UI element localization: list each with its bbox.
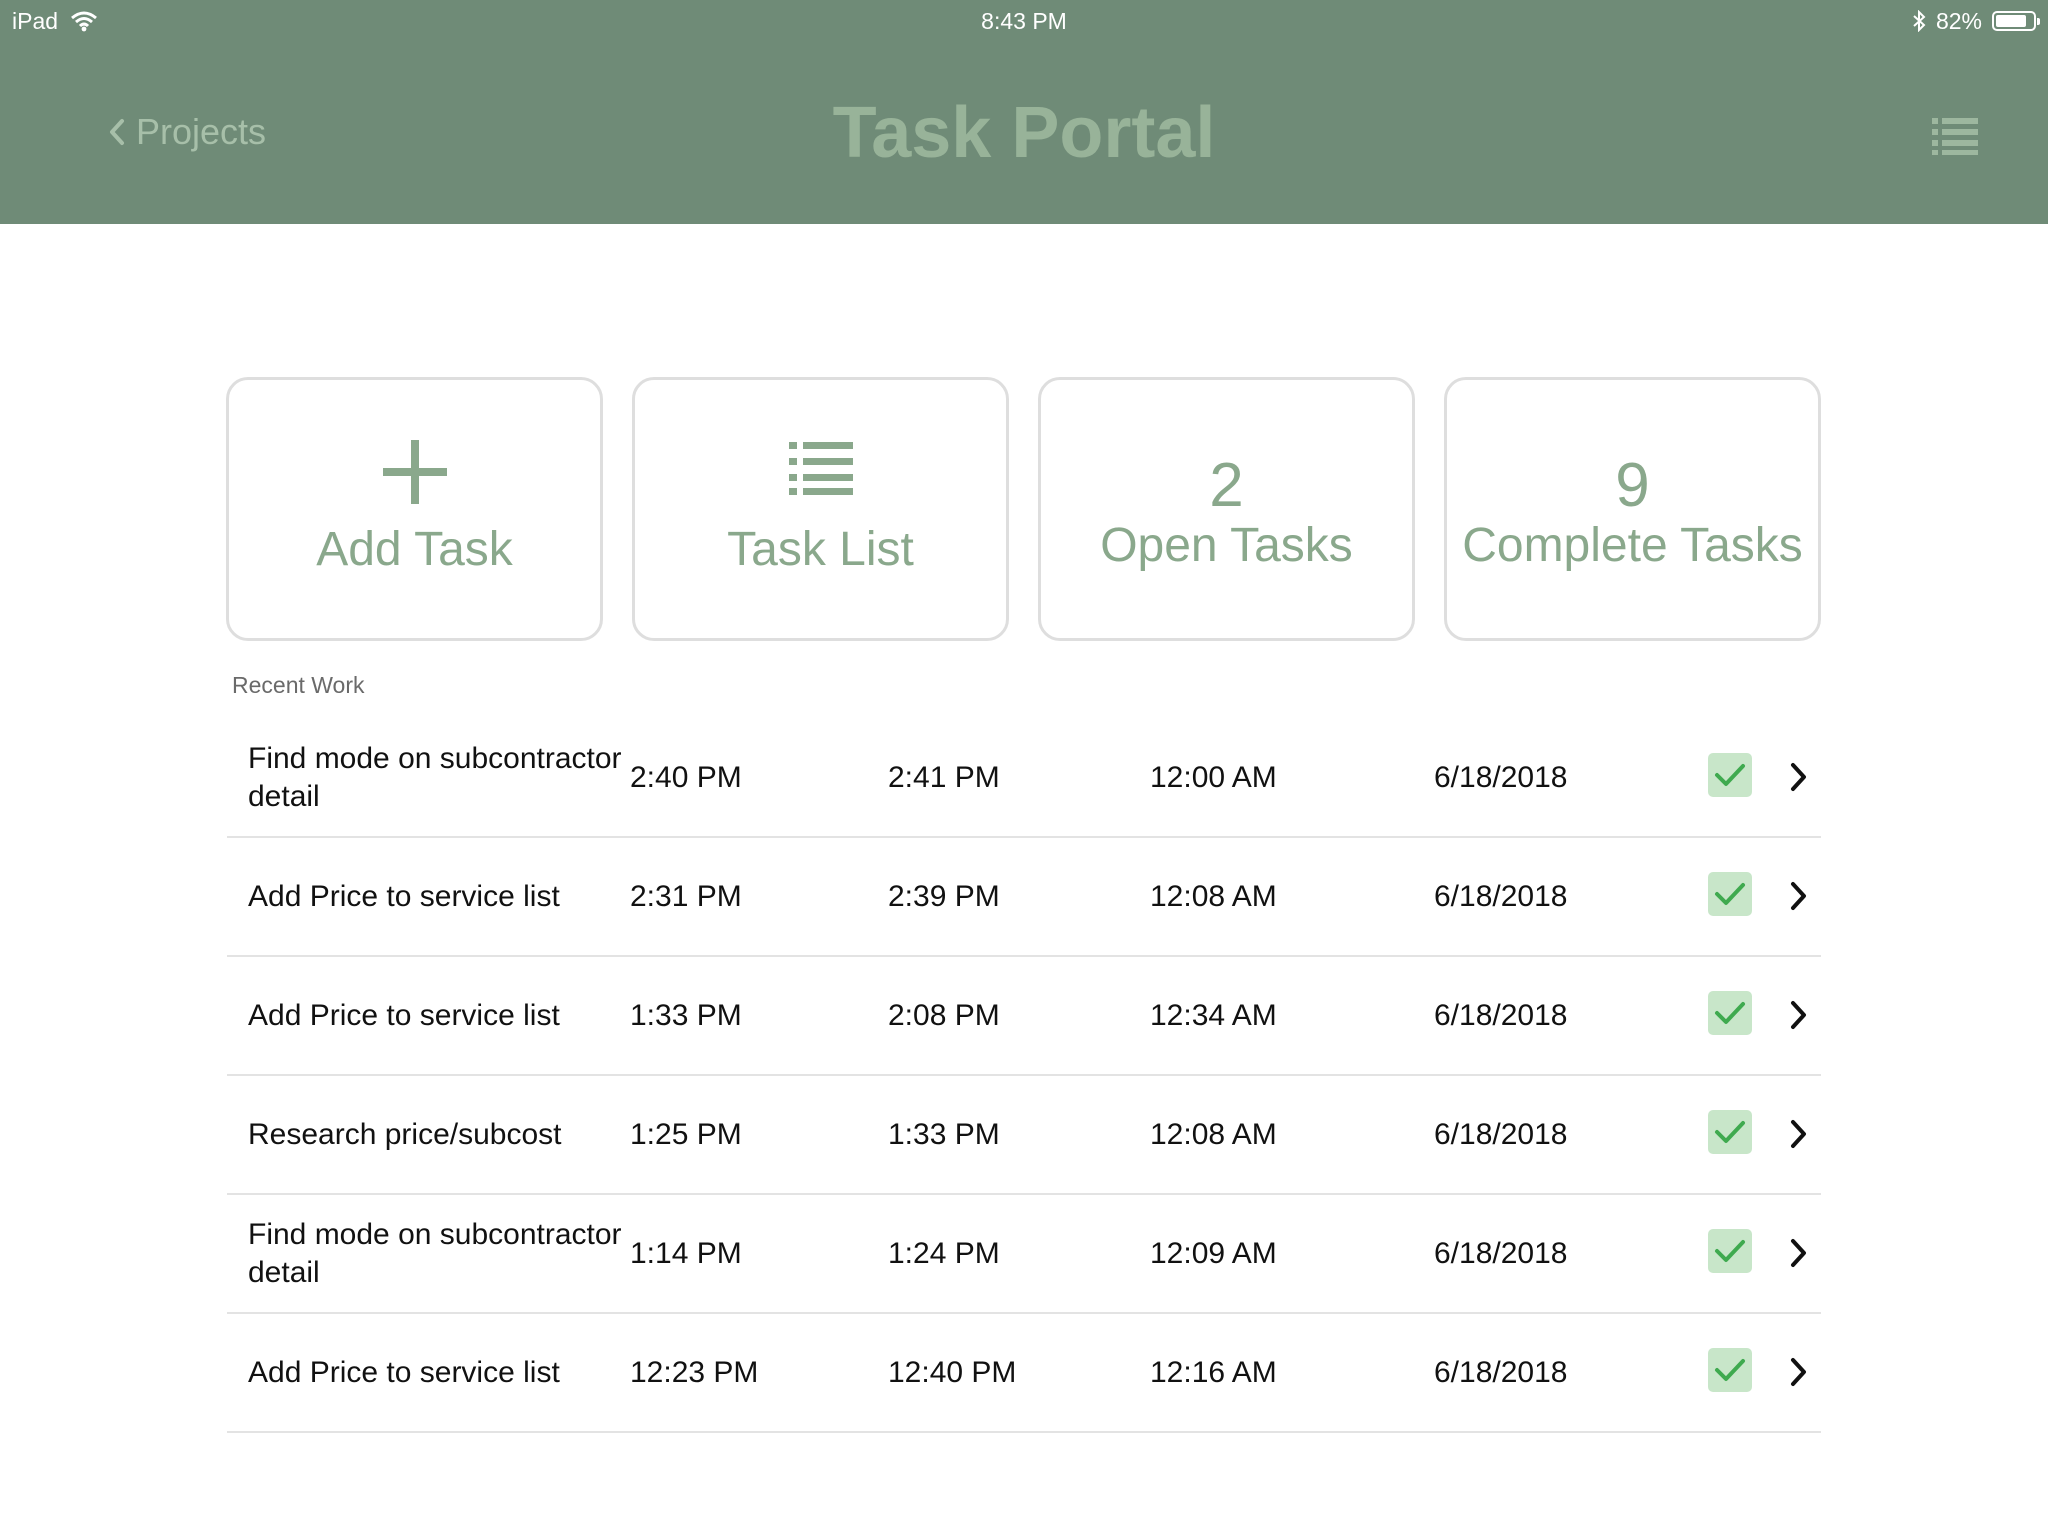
end-time: 2:39 PM	[888, 879, 1000, 913]
status-time: 8:43 PM	[981, 8, 1067, 34]
chevron-right-icon[interactable]	[1784, 757, 1814, 797]
end-time: 2:41 PM	[888, 760, 1000, 794]
section-title: Recent Work	[232, 672, 365, 698]
task-list-button[interactable]: Task List	[632, 377, 1009, 641]
checkmark-icon	[1715, 1121, 1745, 1143]
duration: 12:08 AM	[1150, 1117, 1277, 1151]
end-time: 12:40 PM	[888, 1355, 1017, 1389]
tile-icon-wrap	[229, 440, 600, 504]
chevron-right-icon[interactable]	[1784, 1352, 1814, 1392]
battery-icon	[1992, 11, 2040, 31]
task-name: Research price/subcost	[248, 1117, 562, 1151]
start-time: 2:31 PM	[630, 879, 742, 913]
recent-work-list: Find mode on subcontractor detail 2:40 P…	[227, 719, 1821, 1433]
add-task-label: Add Task	[316, 523, 513, 576]
checkmark-icon	[1715, 1240, 1745, 1262]
start-time: 2:40 PM	[630, 760, 742, 794]
complete-checkbox[interactable]	[1708, 753, 1752, 797]
duration: 12:09 AM	[1150, 1236, 1277, 1270]
task-name: Find mode on subcontractor detail	[248, 741, 622, 813]
date: 6/18/2018	[1434, 1355, 1568, 1389]
checkmark-icon	[1715, 764, 1745, 786]
task-name: Find mode on subcontractor detail	[248, 1217, 622, 1289]
task-name: Add Price to service list	[248, 1355, 560, 1389]
plus-icon	[382, 440, 447, 504]
end-time: 1:33 PM	[888, 1117, 1000, 1151]
bluetooth-icon	[1913, 10, 1926, 32]
battery-fill	[1996, 15, 2026, 27]
checkmark-icon	[1715, 883, 1745, 905]
date: 6/18/2018	[1434, 760, 1568, 794]
complete-tasks-count: 9	[1615, 451, 1650, 520]
complete-checkbox[interactable]	[1708, 1348, 1752, 1392]
complete-checkbox[interactable]	[1708, 872, 1752, 916]
date: 6/18/2018	[1434, 879, 1568, 913]
duration: 12:00 AM	[1150, 760, 1277, 794]
chevron-right-icon[interactable]	[1784, 1114, 1814, 1154]
chevron-right-icon[interactable]	[1784, 995, 1814, 1035]
list-item[interactable]: Find mode on subcontractor detail 2:40 P…	[227, 719, 1821, 838]
start-time: 1:33 PM	[630, 998, 742, 1032]
start-time: 1:14 PM	[630, 1236, 742, 1270]
duration: 12:16 AM	[1150, 1355, 1277, 1389]
status-right: 82%	[1912, 6, 2040, 36]
chevron-right-icon[interactable]	[1784, 876, 1814, 916]
duration: 12:34 AM	[1150, 998, 1277, 1032]
menu-button[interactable]	[1932, 116, 1978, 156]
chevron-right-icon[interactable]	[1784, 1233, 1814, 1273]
list-item[interactable]: Add Price to service list 2:31 PM 2:39 P…	[227, 838, 1821, 957]
complete-checkbox[interactable]	[1708, 1110, 1752, 1154]
list-item[interactable]: Research price/subcost 1:25 PM 1:33 PM 1…	[227, 1076, 1821, 1195]
end-time: 2:08 PM	[888, 998, 1000, 1032]
date: 6/18/2018	[1434, 1117, 1568, 1151]
task-name: Add Price to service list	[248, 879, 560, 913]
list-icon	[1932, 118, 1978, 155]
checkmark-icon	[1715, 1359, 1745, 1381]
page-title: Task Portal	[832, 93, 1216, 173]
tile-icon-wrap	[635, 440, 1006, 496]
navigation-header: iPad 8:43 PM 82% Projects Task Portal	[0, 0, 2048, 224]
task-name: Add Price to service list	[248, 998, 560, 1032]
list-item[interactable]: Find mode on subcontractor detail 1:14 P…	[227, 1195, 1821, 1314]
list-item[interactable]: Add Price to service list 12:23 PM 12:40…	[227, 1314, 1821, 1433]
date: 6/18/2018	[1434, 1236, 1568, 1270]
open-tasks-button[interactable]: 2 Open Tasks	[1038, 377, 1415, 641]
complete-checkbox[interactable]	[1708, 991, 1752, 1035]
end-time: 1:24 PM	[888, 1236, 1000, 1270]
start-time: 12:23 PM	[630, 1355, 759, 1389]
add-task-button[interactable]: Add Task	[226, 377, 603, 641]
date: 6/18/2018	[1434, 998, 1568, 1032]
list-item[interactable]: Add Price to service list 1:33 PM 2:08 P…	[227, 957, 1821, 1076]
checkmark-icon	[1715, 1002, 1745, 1024]
battery-percent: 82%	[1935, 8, 1982, 34]
complete-tasks-button[interactable]: 9 Complete Tasks	[1444, 377, 1821, 641]
complete-tasks-label: Complete Tasks	[1462, 519, 1803, 572]
open-tasks-label: Open Tasks	[1100, 519, 1353, 572]
open-tasks-count: 2	[1209, 451, 1244, 520]
task-list-label: Task List	[727, 523, 914, 576]
complete-checkbox[interactable]	[1708, 1229, 1752, 1273]
start-time: 1:25 PM	[630, 1117, 742, 1151]
list-icon	[788, 442, 853, 495]
duration: 12:08 AM	[1150, 879, 1277, 913]
